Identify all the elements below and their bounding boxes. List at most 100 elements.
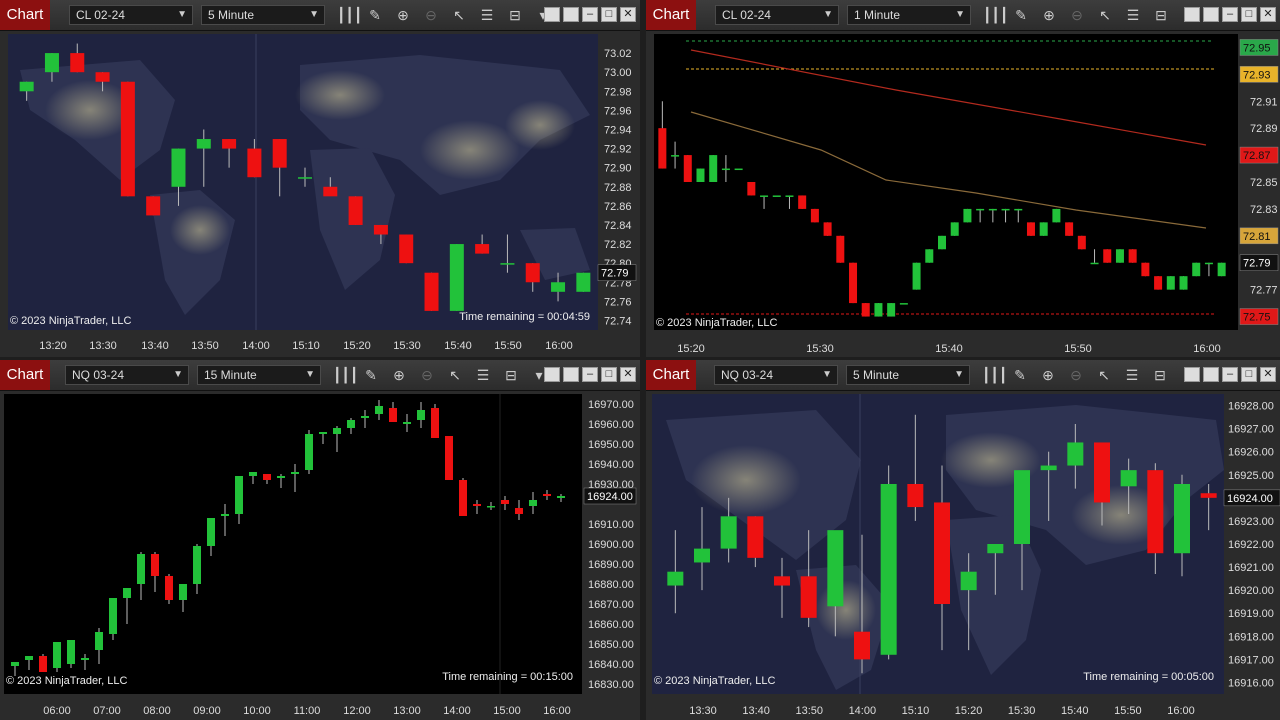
interval-value: 1 Minute [854,8,901,22]
bar-type-icon[interactable]: ┃┃┃ [337,5,362,25]
candle-body [403,422,411,424]
minimize-icon[interactable]: – [582,7,598,22]
chart-tab[interactable]: Chart [0,360,50,390]
properties-icon[interactable]: ☰ [473,365,493,385]
candle-body [25,656,33,660]
chevron-down-icon[interactable]: ▼ [955,6,965,24]
instrument-selector[interactable]: NQ 03-24 ▼ [714,365,838,385]
interval-selector[interactable]: 15 Minute ▼ [197,365,321,385]
price-marker-label: 72.79 [601,268,629,280]
zoom-out-icon[interactable]: ⊖ [417,365,437,385]
time-tick-label: 14:00 [242,340,270,352]
bar-type-icon[interactable]: ┃┃┃ [333,365,358,385]
bar-type-icon[interactable]: ┃┃┃ [983,5,1008,25]
time-tick-label: 15:00 [493,705,521,717]
candle-body [721,168,730,171]
pointer-icon[interactable]: ↖ [445,365,465,385]
candle-body [1103,249,1112,263]
instrument-selector[interactable]: NQ 03-24 ▼ [65,365,189,385]
interval-selector[interactable]: 1 Minute ▼ [847,5,971,25]
tile-icon[interactable] [1184,7,1200,22]
zoom-in-icon[interactable]: ⊕ [393,5,413,25]
close-icon[interactable]: ✕ [620,367,636,382]
price-tick-label: 16920.00 [1228,585,1274,597]
tile-icon[interactable] [1203,367,1219,382]
candle-body [912,262,921,290]
zoom-out-icon[interactable]: ⊖ [1067,5,1087,25]
templates-icon[interactable]: ⊟ [501,365,521,385]
tile-icon[interactable] [1203,7,1219,22]
maximize-icon[interactable]: □ [1241,367,1257,382]
interval-selector[interactable]: 5 Minute ▼ [846,365,970,385]
pencil-icon[interactable]: ✎ [365,5,385,25]
time-tick-label: 15:20 [955,705,983,717]
time-axis[interactable] [646,330,1280,357]
templates-icon[interactable]: ⊟ [1151,5,1171,25]
price-tick-label: 73.02 [604,48,632,60]
candle-body [323,186,338,197]
candle-body [1001,208,1010,211]
candle-body [1094,442,1110,503]
maximize-icon[interactable]: □ [1241,7,1257,22]
minimize-icon[interactable]: – [582,367,598,382]
time-tick-label: 06:00 [43,705,71,717]
zoom-out-icon[interactable]: ⊖ [1066,365,1086,385]
minimize-icon[interactable]: – [1222,367,1238,382]
candle-body [171,148,186,187]
price-chart[interactable]: 16928.00 16927.00 16926.00 16925.00 16923.00… [646,390,1280,720]
properties-icon[interactable]: ☰ [1123,5,1143,25]
templates-icon[interactable]: ⊟ [1150,365,1170,385]
chevron-down-icon[interactable]: ▼ [309,6,319,24]
instrument-selector[interactable]: CL 02-24 ▼ [715,5,839,25]
chart-tab[interactable]: Chart [0,0,50,30]
price-chart[interactable]: 72.91 72.89 72.85 72.83 72.77 72.95 72.93 72.8… [646,30,1280,357]
pointer-icon[interactable]: ↖ [449,5,469,25]
close-icon[interactable]: ✕ [1260,7,1276,22]
maximize-icon[interactable]: □ [601,7,617,22]
chevron-down-icon[interactable]: ▼ [305,366,315,384]
templates-icon[interactable]: ⊟ [505,5,525,25]
pencil-icon[interactable]: ✎ [1011,5,1031,25]
tile-icon[interactable] [563,7,579,22]
chevron-down-icon[interactable]: ▼ [822,366,832,384]
candle-body [361,416,369,418]
tile-icon[interactable] [1184,367,1200,382]
properties-icon[interactable]: ☰ [1122,365,1142,385]
pencil-icon[interactable]: ✎ [1010,365,1030,385]
pencil-icon[interactable]: ✎ [361,365,381,385]
tile-icon[interactable] [563,367,579,382]
pointer-icon[interactable]: ↖ [1094,365,1114,385]
tile-icon[interactable] [544,7,560,22]
chart-tab[interactable]: Chart [646,360,696,390]
price-chart[interactable]: 73.02 73.00 72.98 72.96 72.94 72.92 72.90 72.88… [0,30,640,357]
price-chart[interactable]: 16970.0016960.0016950.0016940.0016930.00… [0,390,640,720]
minimize-icon[interactable]: – [1222,7,1238,22]
bar-type-icon[interactable]: ┃┃┃ [982,365,1007,385]
chevron-down-icon[interactable]: ▼ [173,366,183,384]
instrument-selector[interactable]: CL 02-24 ▼ [69,5,193,25]
candle-body [249,472,257,476]
maximize-icon[interactable]: □ [601,367,617,382]
chevron-down-icon[interactable]: ▼ [954,366,964,384]
price-marker-label: 72.75 [1243,312,1271,324]
candle-body [734,168,743,171]
close-icon[interactable]: ✕ [620,7,636,22]
zoom-out-icon[interactable]: ⊖ [421,5,441,25]
interval-selector[interactable]: 5 Minute ▼ [201,5,325,25]
chevron-down-icon[interactable]: ▼ [177,6,187,24]
zoom-in-icon[interactable]: ⊕ [389,365,409,385]
candle-body [67,640,75,664]
price-tick-label: 16925.00 [1228,470,1274,482]
properties-icon[interactable]: ☰ [477,5,497,25]
chevron-down-icon[interactable]: ▼ [823,6,833,24]
price-tick-label: 72.98 [604,86,632,98]
candle-body [854,631,870,660]
pointer-icon[interactable]: ↖ [1095,5,1115,25]
chart-tab[interactable]: Chart [646,0,696,30]
price-tick-label: 16910.00 [588,519,634,531]
zoom-in-icon[interactable]: ⊕ [1039,5,1059,25]
zoom-in-icon[interactable]: ⊕ [1038,365,1058,385]
close-icon[interactable]: ✕ [1260,367,1276,382]
tile-icon[interactable] [544,367,560,382]
candle-body [272,139,287,168]
